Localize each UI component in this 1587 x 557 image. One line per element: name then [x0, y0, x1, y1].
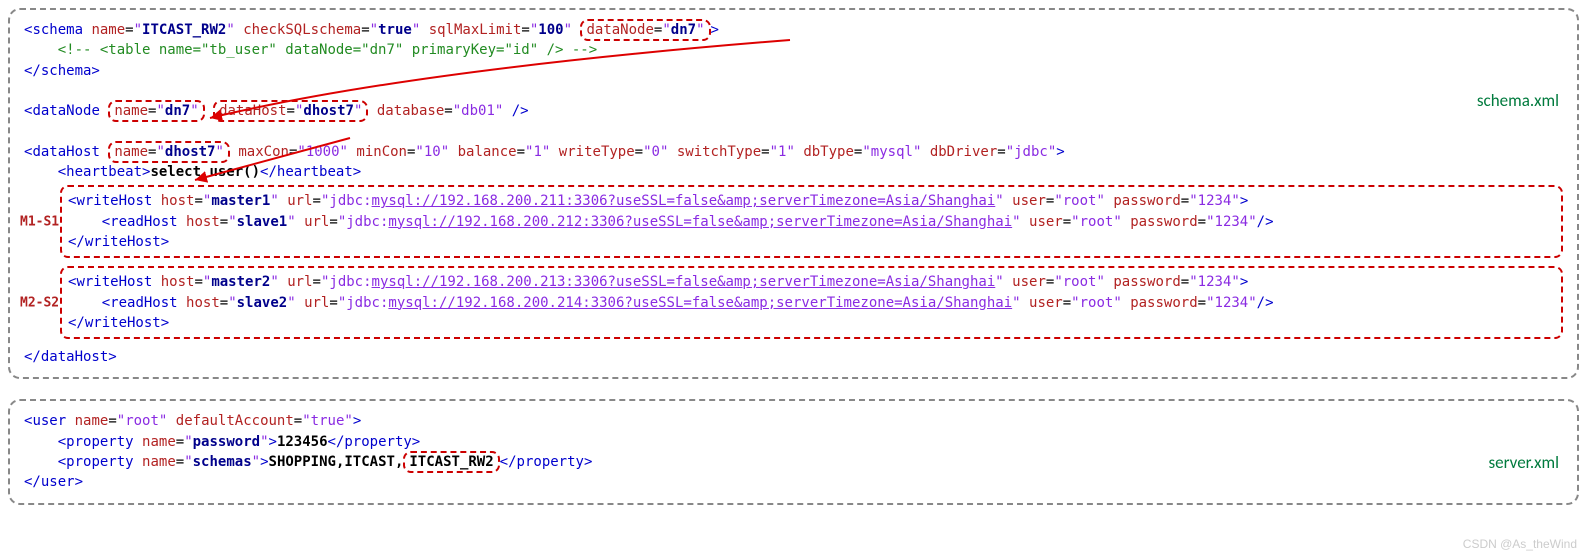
side-label-m1s1: M1-S1	[20, 214, 59, 229]
file-label-schema: schema.xml	[1477, 90, 1559, 111]
code-group1: <writeHost host="master1" url="jdbc:mysq…	[68, 191, 1555, 252]
code-user: <user name="root" defaultAccount="true">…	[24, 411, 1563, 492]
file-label-server: server.xml	[1488, 452, 1559, 473]
code-group2: <writeHost host="master2" url="jdbc:mysq…	[68, 272, 1555, 333]
watermark: CSDN @As_theWind	[1463, 537, 1577, 551]
master-slave-group-1: M1-S1 <writeHost host="master1" url="jdb…	[60, 185, 1563, 258]
code-datahost-close: </dataHost>	[24, 347, 1563, 367]
schema-xml-block: schema.xml <schema name="ITCAST_RW2" che…	[8, 8, 1579, 379]
side-label-m2s2: M2-S2	[20, 295, 59, 310]
code-schema: <schema name="ITCAST_RW2" checkSQLschema…	[24, 20, 1563, 182]
master-slave-group-2: M2-S2 <writeHost host="master2" url="jdb…	[60, 266, 1563, 339]
server-xml-block: server.xml <user name="root" defaultAcco…	[8, 399, 1579, 504]
